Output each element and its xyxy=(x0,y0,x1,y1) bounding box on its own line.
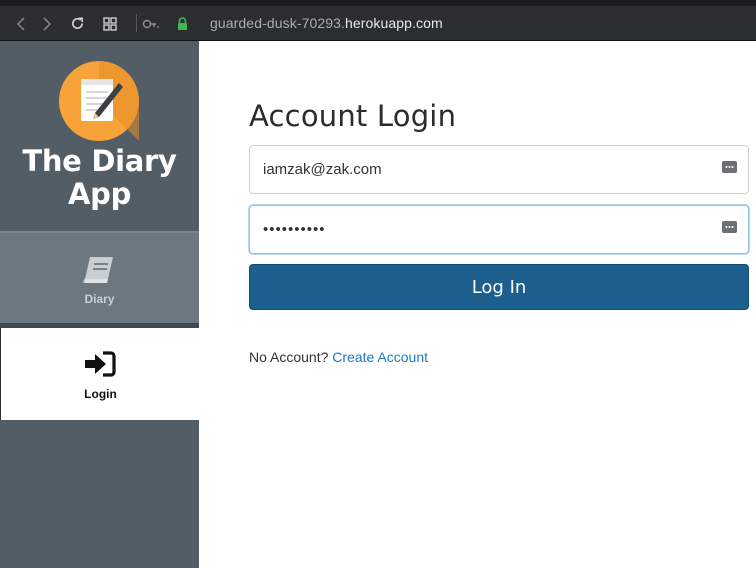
tabs-grid-icon[interactable] xyxy=(101,6,119,41)
app-title-line1: The Diary xyxy=(22,144,177,178)
sidebar: The Diary App Diary Login xyxy=(0,41,199,568)
sidebar-item-login[interactable]: Login xyxy=(0,328,199,420)
book-icon xyxy=(82,255,116,290)
app-title-line2: App xyxy=(67,177,132,211)
key-icon[interactable] xyxy=(141,6,161,41)
page-title: Account Login xyxy=(249,99,457,133)
sidebar-item-label: Diary xyxy=(84,292,115,306)
autofill-key-icon[interactable] xyxy=(722,161,737,173)
back-icon[interactable] xyxy=(13,6,29,41)
forward-icon[interactable] xyxy=(39,6,55,41)
sidebar-item-label: Login xyxy=(84,387,117,401)
address-bar[interactable]: guarded-dusk-70293.herokuapp.com xyxy=(210,15,443,31)
autofill-key-icon[interactable] xyxy=(722,221,737,233)
password-field[interactable] xyxy=(249,205,749,254)
lock-icon xyxy=(175,6,189,41)
create-account-link[interactable]: Create Account xyxy=(332,349,428,365)
email-field[interactable] xyxy=(249,145,749,194)
brand: The Diary App xyxy=(0,41,199,231)
url-host: herokuapp.com xyxy=(345,15,443,31)
sign-in-icon xyxy=(84,351,116,382)
sidebar-item-diary[interactable]: Diary xyxy=(0,231,199,323)
notepad-pencil-icon xyxy=(59,61,139,141)
url-prefix: guarded-dusk-70293. xyxy=(210,15,345,31)
login-button[interactable]: Log In xyxy=(249,264,749,310)
reload-icon[interactable] xyxy=(68,6,86,41)
no-account-text: No Account? xyxy=(249,349,329,365)
toolbar-divider xyxy=(136,14,137,32)
signup-prompt: No Account? Create Account xyxy=(249,349,428,365)
browser-toolbar: guarded-dusk-70293.herokuapp.com xyxy=(0,0,756,41)
app-title: The Diary App xyxy=(0,145,199,211)
